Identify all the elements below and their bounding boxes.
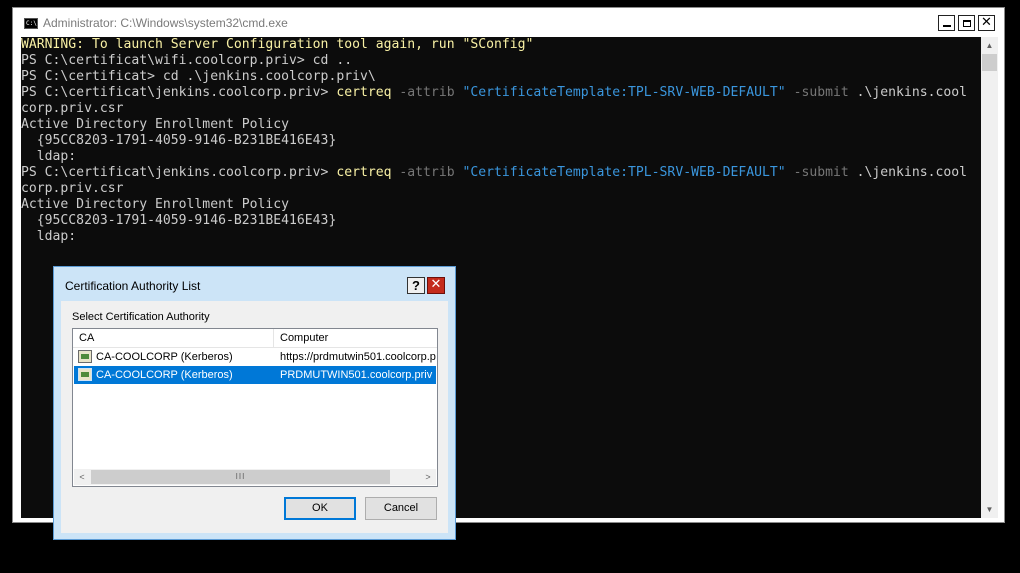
console-argument: .\jenkins.cool bbox=[856, 85, 968, 100]
cancel-button[interactable]: Cancel bbox=[365, 497, 437, 520]
console-line: ldap: bbox=[21, 149, 77, 164]
console-string: "CertificateTemplate:TPL-SRV-WEB-DEFAULT… bbox=[462, 165, 786, 180]
console-line: PS C:\certificat\jenkins.coolcorp.priv> … bbox=[21, 85, 967, 101]
console-parameter: -attrib bbox=[391, 85, 463, 100]
ca-row-1[interactable]: CA-COOLCORP (Kerberos) https://prdmutwin… bbox=[74, 348, 436, 366]
ca-listview[interactable]: CA Computer CA-COOLCORP (Kerberos) https… bbox=[72, 328, 438, 487]
dialog-close-button[interactable]: ✕ bbox=[427, 277, 445, 294]
scroll-up-icon[interactable]: ▲ bbox=[981, 37, 998, 54]
ca-computer: https://prdmutwin501.coolcorp.priv bbox=[280, 351, 436, 363]
close-icon: ✕ bbox=[981, 15, 992, 30]
horizontal-scrollbar[interactable]: < III > bbox=[74, 469, 436, 485]
console-line: corp.priv.csr bbox=[21, 101, 124, 116]
console-prompt: PS C:\certificat\jenkins.coolcorp.priv> bbox=[21, 85, 337, 100]
help-button[interactable]: ? bbox=[407, 277, 425, 294]
console-line: PS C:\certificat\wifi.coolcorp.priv> cd … bbox=[21, 53, 353, 68]
select-ca-label: Select Certification Authority bbox=[72, 311, 210, 323]
console-parameter: -attrib bbox=[391, 165, 463, 180]
console-string: "CertificateTemplate:TPL-SRV-WEB-DEFAULT… bbox=[462, 85, 786, 100]
scroll-thumb[interactable] bbox=[982, 54, 997, 71]
dialog-body: Select Certification Authority CA Comput… bbox=[61, 301, 448, 533]
cmd-app-icon: C:\ bbox=[24, 18, 38, 29]
scroll-right-icon[interactable]: > bbox=[420, 469, 436, 485]
console-command: certreq bbox=[336, 165, 392, 180]
close-button[interactable]: ✕ bbox=[978, 15, 995, 31]
ca-row-2[interactable]: CA-COOLCORP (Kerberos) PRDMUTWIN501.cool… bbox=[74, 366, 436, 384]
console-line: ldap: bbox=[21, 229, 77, 244]
console-line: {95CC8203-1791-4059-9146-B231BE416E43} bbox=[21, 213, 337, 228]
console-line: PS C:\certificat> cd .\jenkins.coolcorp.… bbox=[21, 69, 376, 84]
console-command: certreq bbox=[336, 85, 392, 100]
ca-name: CA-COOLCORP (Kerberos) bbox=[96, 351, 233, 363]
certificate-authority-icon bbox=[78, 350, 92, 363]
ca-name: CA-COOLCORP (Kerberos) bbox=[96, 369, 233, 381]
scroll-down-icon[interactable]: ▼ bbox=[981, 501, 998, 518]
scroll-thumb[interactable]: III bbox=[91, 470, 390, 484]
console-prompt: PS C:\certificat\jenkins.coolcorp.priv> bbox=[21, 165, 337, 180]
minimize-button[interactable] bbox=[938, 15, 955, 31]
console-argument: .\jenkins.cool bbox=[856, 165, 968, 180]
minimize-icon bbox=[942, 25, 951, 27]
console-parameter: -submit bbox=[785, 165, 857, 180]
console-line: Active Directory Enrollment Policy bbox=[21, 197, 290, 212]
window-title: Administrator: C:\Windows\system32\cmd.e… bbox=[43, 16, 288, 30]
dialog-title: Certification Authority List bbox=[65, 279, 201, 293]
console-line: {95CC8203-1791-4059-9146-B231BE416E43} bbox=[21, 133, 337, 148]
console-parameter: -submit bbox=[785, 85, 857, 100]
scroll-left-icon[interactable]: < bbox=[74, 469, 90, 485]
certificate-authority-icon bbox=[78, 368, 92, 381]
column-header-ca[interactable]: CA bbox=[73, 329, 274, 347]
ok-button[interactable]: OK bbox=[284, 497, 356, 520]
console-line: corp.priv.csr bbox=[21, 181, 124, 196]
title-bar[interactable]: C:\ Administrator: C:\Windows\system32\c… bbox=[13, 8, 1004, 37]
console-line: PS C:\certificat\jenkins.coolcorp.priv> … bbox=[21, 165, 967, 181]
column-header-computer[interactable]: Computer bbox=[274, 329, 437, 347]
maximize-button[interactable] bbox=[958, 15, 975, 31]
maximize-icon bbox=[962, 19, 971, 27]
console-line: Active Directory Enrollment Policy bbox=[21, 117, 290, 132]
console-line: WARNING: To launch Server Configuration … bbox=[21, 37, 534, 52]
ca-list-dialog: Certification Authority List ? ✕ Select … bbox=[53, 266, 456, 540]
ca-computer: PRDMUTWIN501.coolcorp.priv bbox=[280, 369, 433, 381]
list-header: CA Computer bbox=[73, 329, 437, 348]
vertical-scrollbar[interactable]: ▲ ▼ bbox=[981, 37, 998, 518]
